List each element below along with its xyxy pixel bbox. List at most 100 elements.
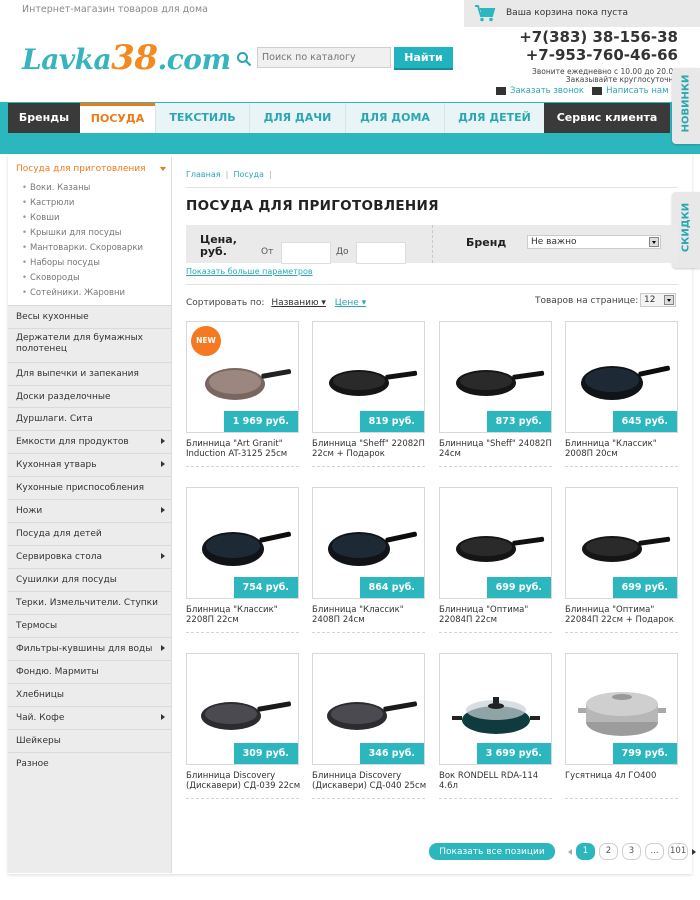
sort-by-name[interactable]: Названию ▾ xyxy=(271,298,326,308)
product-image-frame[interactable]: 699 руб. xyxy=(565,487,678,599)
sidebar-category[interactable]: Терки. Измельчители. Ступки xyxy=(8,591,171,613)
next-page-icon[interactable] xyxy=(692,848,697,855)
active-category[interactable]: Посуда для приготовления xyxy=(16,164,146,174)
subcategory-link[interactable]: Кастрюли xyxy=(22,198,74,208)
product-name[interactable]: Блинница "Классик" 2408П 24см xyxy=(312,605,430,625)
nav-dacha[interactable]: ДЛЯ ДАЧИ xyxy=(249,103,345,133)
product-image-frame[interactable]: 346 руб. xyxy=(312,653,425,765)
product-card[interactable]: 645 руб. Блинница "Классик" 2008П 20см xyxy=(565,321,678,471)
sidebar-category[interactable]: Кухонные приспособления xyxy=(8,475,171,499)
show-all-button[interactable]: Показать все позиции xyxy=(429,843,555,860)
breadcrumb-home[interactable]: Главная xyxy=(186,170,221,179)
subcategory-link[interactable]: Мантоварки. Скороварки xyxy=(22,243,143,253)
sidebar-category[interactable]: Сушилки для посуды xyxy=(8,567,171,591)
product-image-frame[interactable]: 799 руб. xyxy=(565,653,678,765)
sort-by-price[interactable]: Цене ▾ xyxy=(335,298,366,308)
sidebar-category[interactable]: Доски разделочные xyxy=(8,384,171,407)
sidebar-category[interactable]: Фильтры-кувшины для воды xyxy=(8,637,171,659)
search-input[interactable] xyxy=(257,47,391,68)
product-card[interactable]: 819 руб. Блинница "Sheff" 22082П 22см + П… xyxy=(312,321,425,471)
product-card[interactable]: 309 руб. Блинница Discovery (Дискавери) С… xyxy=(186,653,300,803)
brand-select[interactable]: Не важно xyxy=(527,235,661,249)
site-logo[interactable]: Lavka38.com xyxy=(22,38,231,78)
product-image-frame[interactable]: 819 руб. xyxy=(312,321,425,433)
product-card[interactable]: 699 руб. Блинница "Оптима" 22084П 22см + … xyxy=(565,487,678,637)
product-card[interactable]: 799 руб. Гусятница 4л ГО400 xyxy=(565,653,678,803)
search-button[interactable]: Найти xyxy=(394,47,453,70)
product-name[interactable]: Блинница Discovery (Дискавери) СД-039 22… xyxy=(186,771,304,791)
sidebar-category-label: Терки. Измельчители. Ступки xyxy=(16,598,158,608)
product-image-frame[interactable]: 864 руб. xyxy=(312,487,425,599)
page-link[interactable]: ... xyxy=(645,843,664,860)
product-name[interactable]: Блинница "Оптима" 22084П 22см + Подарок xyxy=(565,605,683,625)
sidebar-category[interactable]: Дуршлаги. Сита xyxy=(8,407,171,429)
product-card[interactable]: 699 руб. Блинница "Оптима" 22084П 22см xyxy=(439,487,552,637)
sidebar-category[interactable]: Для выпечки и запекания xyxy=(8,362,171,384)
sidebar-category[interactable]: Посуда для детей xyxy=(8,521,171,545)
chevron-right-icon xyxy=(161,437,165,444)
product-card[interactable]: 3 699 руб. Вок RONDELL RDA-114 4.6л xyxy=(439,653,552,803)
subcategory-link[interactable]: Ковши xyxy=(22,213,59,223)
nav-textile[interactable]: ТЕКСТИЛЬ xyxy=(155,103,249,133)
product-name[interactable]: Вок RONDELL RDA-114 4.6л xyxy=(439,771,557,791)
page-link[interactable]: 3 xyxy=(622,843,641,860)
product-name[interactable]: Блинница "Классик" 2008П 20см xyxy=(565,439,683,459)
subcategory-link[interactable]: Наборы посуды xyxy=(22,258,100,268)
write-us-link[interactable]: Написать нам xyxy=(606,86,668,96)
product-image-frame[interactable]: 645 руб. xyxy=(565,321,678,433)
product-card[interactable]: 873 руб. Блинница "Sheff" 24082П 24см xyxy=(439,321,552,471)
sidebar-category[interactable]: Разное xyxy=(8,751,171,774)
sidebar-category[interactable]: Кухонная утварь xyxy=(8,453,171,475)
price-tag: 1 969 руб. xyxy=(223,411,298,432)
subcategory-link[interactable]: Воки. Казаны xyxy=(22,183,90,193)
sidebar-category[interactable]: Фондю. Мармиты xyxy=(8,659,171,683)
product-image-frame[interactable]: 3 699 руб. xyxy=(439,653,552,765)
cart-widget[interactable]: Ваша корзина пока пуста xyxy=(464,0,700,27)
product-card[interactable]: NEW 1 969 руб. Блинница "Art Granit" Induc… xyxy=(186,321,299,471)
product-card[interactable]: 754 руб. Блинница "Классик" 2208П 22см xyxy=(186,487,299,637)
callback-link[interactable]: Заказать звонок xyxy=(510,86,584,96)
subcategory-link[interactable]: Крышки для посуды xyxy=(22,228,122,238)
sidebar-category[interactable]: Емкости для продуктов xyxy=(8,429,171,453)
nav-kids[interactable]: ДЛЯ ДЕТЕЙ xyxy=(444,103,544,133)
product-name[interactable]: Гусятница 4л ГО400 xyxy=(565,771,683,781)
product-name[interactable]: Блинница "Классик" 2208П 22см xyxy=(186,605,304,625)
product-image-frame[interactable]: 309 руб. xyxy=(186,653,299,765)
product-card[interactable]: 864 руб. Блинница "Классик" 2408П 24см xyxy=(312,487,425,637)
breadcrumb-tableware[interactable]: Посуда xyxy=(233,170,263,179)
product-name[interactable]: Блинница "Оптима" 22084П 22см xyxy=(439,605,557,625)
brand-filter-label: Бренд xyxy=(466,236,507,249)
nav-home[interactable]: ДЛЯ ДОМА xyxy=(345,103,444,133)
subcategory-link[interactable]: Сковороды xyxy=(22,273,80,283)
product-name[interactable]: Блинница Discovery (Дискавери) СД-040 25… xyxy=(312,771,430,791)
price-to-input[interactable] xyxy=(356,242,406,264)
page-link[interactable]: 101 xyxy=(668,843,689,860)
nav-tableware[interactable]: ПОСУДА xyxy=(80,103,155,133)
per-page-select[interactable]: 12 xyxy=(640,293,676,307)
product-name[interactable]: Блинница "Art Granit" Induction AT-3125 … xyxy=(186,439,304,459)
product-name[interactable]: Блинница "Sheff" 22082П 22см + Подарок xyxy=(312,439,430,459)
page-link[interactable]: 2 xyxy=(599,843,618,860)
sidebar-category[interactable]: Весы кухонные xyxy=(8,305,171,327)
product-image-frame[interactable]: 699 руб. xyxy=(439,487,552,599)
sidebar-category[interactable]: Шейкеры xyxy=(8,729,171,751)
tab-new-arrivals[interactable]: НОВИНКИ xyxy=(672,68,700,144)
sidebar-category[interactable]: Сервировка стола xyxy=(8,545,171,567)
sidebar-category[interactable]: Хлебницы xyxy=(8,683,171,705)
sidebar-category[interactable]: Чай. Кофе xyxy=(8,705,171,729)
sidebar-category[interactable]: Термосы xyxy=(8,613,171,637)
product-name[interactable]: Блинница "Sheff" 24082П 24см xyxy=(439,439,557,459)
sidebar-category[interactable]: Держатели для бумажных полотенец xyxy=(8,327,171,362)
sidebar-category[interactable]: Ножи xyxy=(8,499,171,521)
divider xyxy=(312,466,425,468)
product-image-frame[interactable]: 873 руб. xyxy=(439,321,552,433)
more-params-link[interactable]: Показать больше параметров xyxy=(186,267,313,276)
product-image-frame[interactable]: NEW 1 969 руб. xyxy=(186,321,299,433)
product-image-frame[interactable]: 754 руб. xyxy=(186,487,299,599)
page-link[interactable]: 1 xyxy=(576,843,595,860)
price-from-input[interactable] xyxy=(281,242,331,264)
nav-customer-service[interactable]: Сервис клиента xyxy=(544,103,670,133)
subcategory-link[interactable]: Сотейники. Жаровни xyxy=(22,288,125,298)
product-card[interactable]: 346 руб. Блинница Discovery (Дискавери) С… xyxy=(312,653,426,803)
nav-brands[interactable]: Бренды xyxy=(8,103,80,133)
